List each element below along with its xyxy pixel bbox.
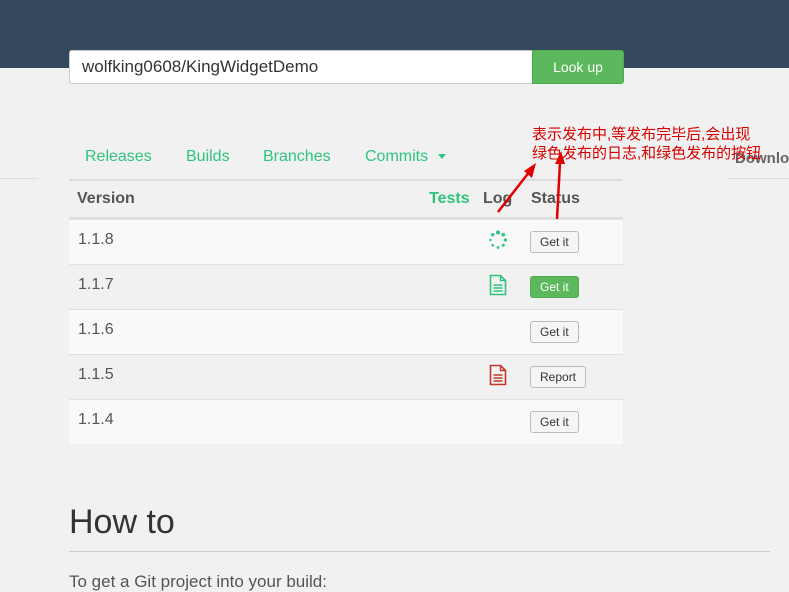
header-version: Version — [77, 190, 135, 207]
get-it-button[interactable]: Get it — [530, 411, 579, 433]
tab-releases[interactable]: Releases — [85, 140, 152, 174]
search-bar: Look up — [69, 50, 624, 84]
table-row: 1.1.5 Report — [69, 354, 623, 399]
version-cell: 1.1.6 — [78, 321, 114, 338]
header-tests[interactable]: Tests — [429, 190, 470, 208]
divider — [0, 178, 38, 179]
table-row: 1.1.7 Get it — [69, 264, 623, 309]
table-header: Version Tests Log Status — [69, 179, 623, 219]
annotation-line-2: 绿色发布的日志,和绿色发布的按钮 — [532, 145, 762, 162]
version-cell: 1.1.8 — [78, 231, 114, 248]
how-to-heading: How to — [69, 503, 175, 541]
releases-table: Version Tests Log Status 1.1.8 Get it 1.… — [69, 179, 623, 444]
divider — [727, 178, 789, 179]
table-row: 1.1.4 Get it — [69, 399, 623, 444]
header-status: Status — [531, 190, 580, 207]
annotation-line-1: 表示发布中,等发布完毕后,会出现 — [532, 126, 751, 143]
report-button[interactable]: Report — [530, 366, 587, 388]
get-it-button[interactable]: Get it — [530, 321, 579, 343]
how-to-text: To get a Git project into your build: — [69, 572, 327, 591]
version-cell: 1.1.5 — [78, 366, 114, 383]
tab-builds[interactable]: Builds — [186, 140, 230, 174]
chevron-down-icon — [438, 154, 447, 160]
tab-commits[interactable]: Commits — [365, 140, 447, 174]
repo-search-input[interactable] — [69, 50, 533, 84]
spinner-icon — [489, 230, 508, 249]
divider — [69, 551, 770, 552]
tab-commits-label: Commits — [365, 148, 429, 165]
version-cell: 1.1.7 — [78, 276, 114, 293]
version-cell: 1.1.4 — [78, 411, 114, 428]
get-it-button[interactable]: Get it — [530, 276, 579, 298]
error-log-document-icon[interactable] — [489, 364, 507, 386]
log-document-icon[interactable] — [489, 274, 507, 296]
get-it-button[interactable]: Get it — [530, 231, 579, 253]
tab-branches[interactable]: Branches — [263, 140, 331, 174]
look-up-button[interactable]: Look up — [532, 50, 624, 84]
table-row: 1.1.6 Get it — [69, 309, 623, 354]
header-log: Log — [483, 190, 513, 207]
annotation-text: 表示发布中,等发布完毕后,会出现 绿色发布的日志,和绿色发布的按钮 — [532, 125, 789, 163]
table-row: 1.1.8 Get it — [69, 219, 623, 264]
